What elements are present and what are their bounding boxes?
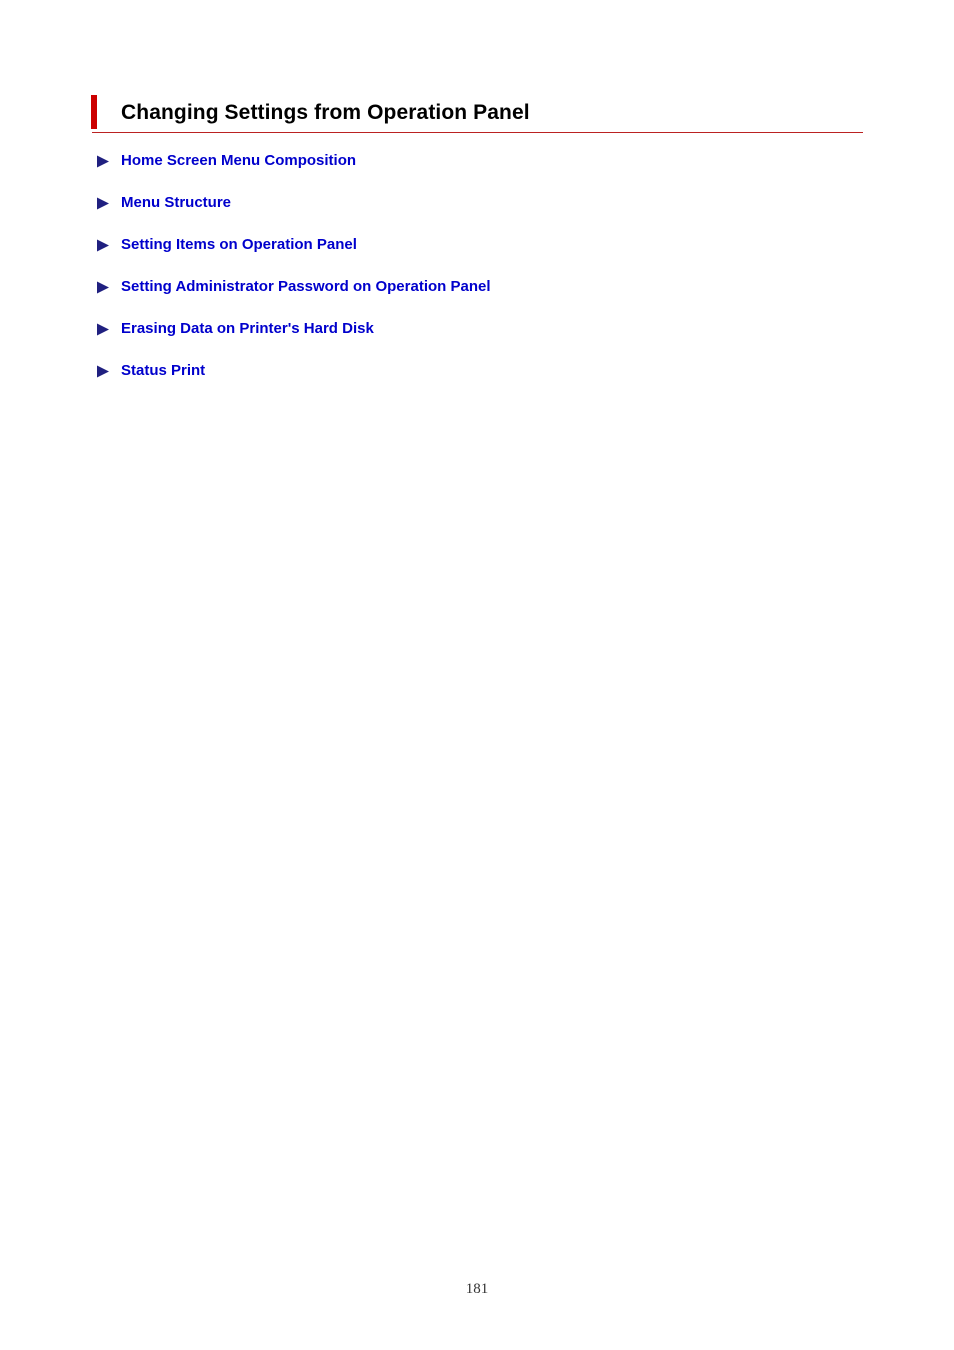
arrow-right-icon — [97, 323, 109, 336]
title-divider — [92, 132, 863, 133]
title-accent-bar — [91, 95, 97, 129]
page-title: Changing Settings from Operation Panel — [121, 100, 530, 124]
list-item[interactable]: Setting Items on Operation Panel — [96, 234, 896, 276]
list-item[interactable]: Setting Administrator Password on Operat… — [96, 276, 896, 318]
document-page: Changing Settings from Operation Panel H… — [0, 0, 954, 1350]
list-item[interactable]: Status Print — [96, 360, 896, 402]
arrow-right-icon — [97, 197, 109, 210]
list-item[interactable]: Home Screen Menu Composition — [96, 150, 896, 192]
list-item[interactable]: Erasing Data on Printer's Hard Disk — [96, 318, 896, 360]
list-item-label[interactable]: Status Print — [121, 360, 205, 382]
arrow-right-icon — [97, 155, 109, 168]
list-item-label[interactable]: Menu Structure — [121, 192, 231, 214]
list-item-label[interactable]: Setting Administrator Password on Operat… — [121, 276, 491, 298]
list-item-label[interactable]: Setting Items on Operation Panel — [121, 234, 357, 256]
list-item-label[interactable]: Erasing Data on Printer's Hard Disk — [121, 318, 374, 340]
arrow-right-icon — [97, 281, 109, 294]
page-header: Changing Settings from Operation Panel — [91, 94, 863, 133]
title-row: Changing Settings from Operation Panel — [91, 94, 862, 130]
arrow-right-icon — [97, 239, 109, 252]
list-item[interactable]: Menu Structure — [96, 192, 896, 234]
arrow-right-icon — [97, 365, 109, 378]
list-item-label[interactable]: Home Screen Menu Composition — [121, 150, 356, 172]
topic-link-list: Home Screen Menu Composition Menu Struct… — [96, 150, 896, 402]
page-number: 181 — [465, 1281, 489, 1297]
